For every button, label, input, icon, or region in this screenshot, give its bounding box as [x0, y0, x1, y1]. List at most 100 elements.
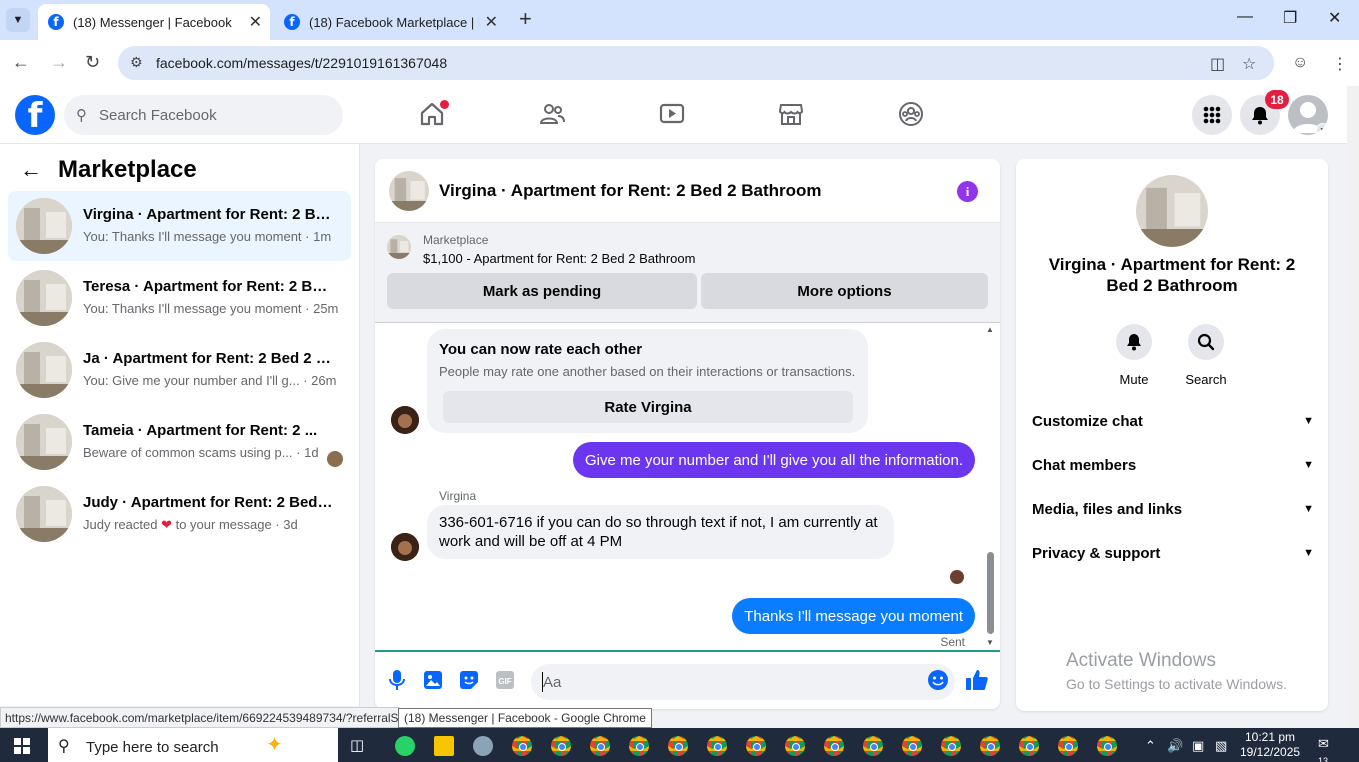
close-tab-icon[interactable]: ✕ [249, 12, 262, 32]
conversation-item[interactable]: Tameia · Apartment for Rent: 2 ... Bewar… [8, 407, 351, 477]
customize-chat-section[interactable]: Customize chat ▼ [1032, 399, 1314, 443]
gif-icon[interactable]: GIF [493, 668, 517, 692]
message-input[interactable]: Aa [531, 664, 955, 700]
task-view-icon[interactable]: ◫ [350, 736, 364, 754]
back-icon[interactable]: ← [12, 52, 30, 73]
photo-icon[interactable] [421, 668, 445, 692]
chrome-icon[interactable] [590, 736, 610, 756]
menu-grid-icon[interactable] [1192, 95, 1232, 135]
link-status-bar: https://www.facebook.com/marketplace/ite… [0, 707, 400, 728]
address-bar[interactable]: ⚙ facebook.com/messages/t/22910191613670… [118, 46, 1274, 80]
facebook-favicon-icon: f [48, 14, 64, 30]
chrome-icon[interactable] [629, 736, 649, 756]
chat-title[interactable]: Virgina · Apartment for Rent: 2 Bed 2 Ba… [439, 181, 822, 201]
back-arrow-icon[interactable]: ← [20, 157, 42, 183]
friends-icon[interactable] [538, 100, 566, 128]
reload-icon[interactable]: ↻ [85, 52, 100, 73]
chrome-icon[interactable] [980, 736, 1000, 756]
media-files-links-section[interactable]: Media, files and links ▼ [1032, 487, 1314, 531]
forward-icon[interactable]: → [50, 52, 68, 73]
conversation-title: Virgina · Apartment for Rent: 2 Be... [83, 206, 333, 223]
scroll-up-arrow-icon[interactable]: ▲ [986, 325, 994, 334]
chat-avatar[interactable] [389, 171, 429, 211]
contact-avatar[interactable] [391, 533, 419, 561]
chrome-icon[interactable] [863, 736, 883, 756]
taskbar-clock[interactable]: 10:21 pm 19/12/2025 [1240, 730, 1300, 760]
action-center-icon[interactable]: ✉13 [1318, 736, 1338, 762]
conversation-preview: You: Thanks I'll message you moment · 25… [83, 301, 339, 316]
chrome-icon[interactable] [1058, 736, 1078, 756]
emoji-icon[interactable] [926, 668, 950, 692]
incoming-message[interactable]: 336-601-6716 if you can do so through te… [427, 505, 894, 559]
microphone-icon[interactable] [385, 668, 409, 692]
bookmark-star-icon[interactable]: ☆ [1242, 54, 1256, 74]
search-in-chat-button[interactable]: Search [1176, 324, 1236, 387]
bell-icon [1116, 324, 1152, 360]
windows-taskbar: ⚲ Type here to search ✦ ◫ ⌃ 🔊 ▣ ▧ 10:21 … [0, 728, 1359, 762]
chrome-icon[interactable] [1097, 736, 1117, 756]
outgoing-message[interactable]: Thanks I'll message you moment [732, 598, 975, 634]
conversation-item[interactable]: Judy · Apartment for Rent: 2 Bed 2... Ju… [8, 479, 351, 549]
maximize-button[interactable]: ❐ [1283, 8, 1297, 28]
tab-search-button[interactable]: ▼ [6, 8, 30, 32]
camera-icon[interactable]: ▣ [1192, 738, 1204, 754]
like-thumbs-up-icon[interactable] [965, 668, 989, 692]
chrome-icon[interactable] [746, 736, 766, 756]
listing-price-title[interactable]: $1,100 - Apartment for Rent: 2 Bed 2 Bat… [423, 251, 695, 266]
facebook-search-input[interactable]: ⚲ Search Facebook [64, 95, 343, 135]
whatsapp-icon[interactable] [395, 736, 415, 756]
conversation-item[interactable]: Teresa · Apartment for Rent: 2 Bed... Yo… [8, 263, 351, 333]
message-scrollbar-thumb[interactable] [987, 552, 994, 634]
more-options-button[interactable]: More options [701, 273, 988, 309]
chrome-icon[interactable] [1019, 736, 1039, 756]
contact-avatar[interactable] [391, 406, 419, 434]
site-info-icon[interactable]: ⚙ [130, 54, 143, 71]
message-list[interactable]: You can now rate each other People may r… [375, 323, 1000, 650]
volume-icon[interactable]: 🔊 [1167, 738, 1183, 754]
sticky-notes-icon[interactable] [434, 736, 454, 756]
page-scrollbar[interactable] [1347, 86, 1359, 728]
show-hidden-icons-icon[interactable]: ⌃ [1145, 738, 1156, 754]
banner-label: Marketplace [423, 233, 489, 247]
sticker-icon[interactable] [457, 668, 481, 692]
network-icon[interactable]: ▧ [1215, 738, 1227, 754]
taskbar-search-box[interactable]: ⚲ Type here to search ✦ [48, 728, 338, 762]
new-tab-button[interactable]: + [519, 8, 532, 30]
chrome-icon[interactable] [824, 736, 844, 756]
close-tab-icon[interactable]: ✕ [485, 12, 498, 32]
watch-video-icon[interactable] [658, 100, 686, 128]
app-icon[interactable] [473, 736, 493, 756]
profile-icon[interactable]: ☺ [1292, 54, 1308, 72]
groups-icon[interactable] [897, 100, 925, 128]
mute-button[interactable]: Mute [1104, 324, 1164, 387]
install-app-icon[interactable]: ◫ [1210, 54, 1225, 74]
minimize-button[interactable]: — [1237, 8, 1253, 26]
conversation-item[interactable]: Ja · Apartment for Rent: 2 Bed 2 B... Yo… [8, 335, 351, 405]
chrome-icon[interactable] [512, 736, 532, 756]
chrome-icon[interactable] [668, 736, 688, 756]
tab-marketplace[interactable]: f (18) Facebook Marketplace | Fa ✕ [274, 4, 506, 40]
chrome-icon[interactable] [551, 736, 571, 756]
info-icon[interactable]: i [957, 181, 978, 202]
facebook-logo-icon[interactable]: f [15, 95, 55, 135]
windows-start-icon[interactable] [14, 738, 30, 754]
marketplace-icon[interactable] [777, 100, 805, 128]
chrome-menu-icon[interactable]: ⋮ [1332, 54, 1348, 74]
chrome-icon[interactable] [707, 736, 727, 756]
outgoing-message[interactable]: Give me your number and I'll give you al… [572, 442, 975, 478]
close-window-button[interactable]: ✕ [1328, 8, 1341, 28]
chrome-icon[interactable] [902, 736, 922, 756]
url-text[interactable]: facebook.com/messages/t/2291019161367048 [156, 55, 447, 71]
chat-members-section[interactable]: Chat members ▼ [1032, 443, 1314, 487]
scroll-down-arrow-icon[interactable]: ▼ [986, 638, 994, 647]
chrome-icon[interactable] [941, 736, 961, 756]
mark-as-pending-button[interactable]: Mark as pending [387, 273, 697, 309]
chrome-icon[interactable] [785, 736, 805, 756]
rate-virgina-button[interactable]: Rate Virgina [443, 391, 853, 423]
conversation-item[interactable]: Virgina · Apartment for Rent: 2 Be... Yo… [8, 191, 351, 261]
privacy-support-section[interactable]: Privacy & support ▼ [1032, 531, 1314, 575]
search-icon [1188, 324, 1224, 360]
account-avatar[interactable]: ▼ [1288, 95, 1328, 135]
tab-messenger[interactable]: f (18) Messenger | Facebook ✕ [38, 4, 270, 40]
section-label: Privacy & support [1032, 544, 1161, 562]
